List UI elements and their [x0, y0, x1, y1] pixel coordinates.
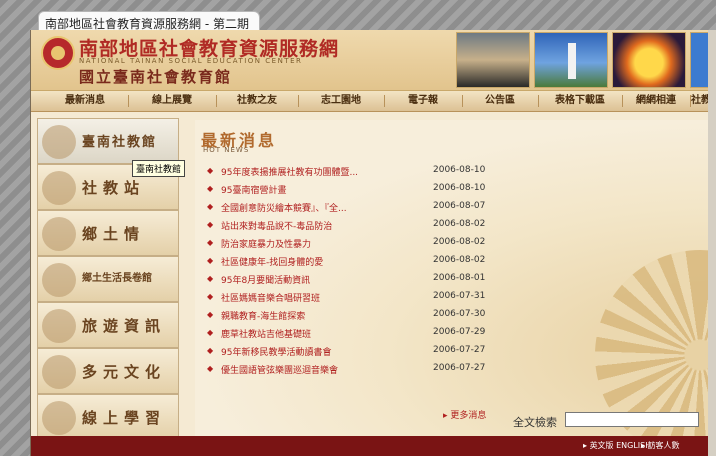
menu-item-e-newsletter[interactable]: 電子報	[385, 91, 461, 111]
banner-photo-sunset	[456, 32, 530, 88]
arrow-right-icon: ▸	[641, 441, 646, 450]
news-date: 2006-07-27	[433, 345, 486, 355]
list-item: ◆ 優生國語管弦樂團巡迴音樂會 2006-07-27	[207, 362, 527, 380]
news-date: 2006-08-07	[433, 201, 486, 211]
visitor-counter: ▸ 訪客人數	[641, 440, 680, 451]
menu-item-form-download[interactable]: 表格下載區	[539, 91, 621, 111]
news-date: 2006-08-02	[433, 255, 486, 265]
tooltip: 臺南社教館	[132, 160, 186, 177]
list-item: ◆ 95年度表揚推展社教有功團體暨... 2006-08-10	[207, 164, 527, 182]
more-news-link[interactable]: ▸ 更多消息	[443, 408, 486, 421]
news-date: 2006-07-30	[433, 309, 486, 319]
sidebar-item-label: 旅遊資訊	[82, 317, 167, 335]
news-title-link[interactable]: 95臺南宿營計畫	[221, 183, 286, 196]
menu-item-links[interactable]: 網網相連	[623, 91, 689, 111]
banner-photo-lighthouse	[534, 32, 608, 88]
quill-icon	[42, 401, 76, 435]
diamond-bullet-icon: ◆	[207, 166, 214, 175]
diamond-bullet-icon: ◆	[207, 310, 214, 319]
diamond-bullet-icon: ◆	[207, 184, 214, 193]
news-title-link[interactable]: 站出來對毒品說不-毒品防治	[221, 219, 332, 232]
footer-bar: ▸ 英文版 ENGLISH ▸ 訪客人數	[31, 436, 716, 456]
news-title-link[interactable]: 全國創意防災繪本競賽』、『全...	[221, 201, 347, 214]
diamond-bullet-icon: ◆	[207, 364, 214, 373]
list-item: ◆ 防治家庭暴力及性暴力 2006-08-02	[207, 236, 527, 254]
sidebar-item-label: 多元文化	[82, 363, 167, 381]
site-subtitle: 國立臺南社會教育館	[79, 68, 233, 86]
menu-item-latest-news[interactable]: 最新消息	[43, 91, 127, 111]
news-date: 2006-08-10	[433, 183, 486, 193]
news-title-link[interactable]: 優生國語管弦樂團巡迴音樂會	[221, 363, 338, 376]
search-label: 全文檢索	[513, 416, 557, 429]
main-menu: 最新消息 線上展覽 社教之友 志工園地 電子報 公告區 表格下載區 網網相連 社…	[31, 90, 716, 112]
sidebar-item-label: 線上學習	[82, 409, 167, 427]
building-icon	[42, 125, 76, 159]
diamond-bullet-icon: ◆	[207, 220, 214, 229]
list-item: ◆ 鹿草社教站吉他基礎班 2006-07-29	[207, 326, 527, 344]
vertical-scrollbar[interactable]	[708, 30, 716, 456]
diamond-bullet-icon: ◆	[207, 346, 214, 355]
search-input[interactable]	[565, 412, 699, 427]
menu-item-friends[interactable]: 社教之友	[217, 91, 297, 111]
news-title-link[interactable]: 社區媽媽音樂合唱研習班	[221, 291, 320, 304]
news-title-link[interactable]: 95年新移民教學活動讀書會	[221, 345, 331, 358]
list-item: ◆ 社區健康年-找回身體的愛 2006-08-02	[207, 254, 527, 272]
sidebar-item-local-life-scroll[interactable]: 鄉土生活長卷館	[37, 256, 179, 302]
list-item: ◆ 社區媽媽音樂合唱研習班 2006-07-31	[207, 290, 527, 308]
list-item: ◆ 95臺南宿營計畫 2006-08-10	[207, 182, 527, 200]
sidebar-item-online-learning[interactable]: 線上學習	[37, 394, 179, 440]
list-item: ◆ 站出來對毒品說不-毒品防治 2006-08-02	[207, 218, 527, 236]
sidebar-item-tainan-center[interactable]: 臺南社教館	[37, 118, 179, 164]
arrow-right-icon: ▸	[583, 441, 588, 450]
news-date: 2006-07-31	[433, 291, 486, 301]
news-title-link[interactable]: 防治家庭暴力及性暴力	[221, 237, 311, 250]
site-title-english: NATIONAL TAINAN SOCIAL EDUCATION CENTER	[79, 57, 303, 65]
dancer-icon	[42, 355, 76, 389]
diamond-bullet-icon: ◆	[207, 274, 214, 283]
menu-item-volunteers[interactable]: 志工園地	[299, 91, 383, 111]
arrow-right-icon: ▸	[443, 411, 448, 421]
menu-item-announcements[interactable]: 公告區	[463, 91, 537, 111]
news-date: 2006-07-27	[433, 363, 486, 373]
news-title-link[interactable]: 95年8月要聞活動資訊	[221, 273, 310, 286]
diamond-bullet-icon: ◆	[207, 256, 214, 265]
sidebar-item-label: 鄉土生活長卷館	[82, 273, 152, 284]
news-date: 2006-07-29	[433, 327, 486, 337]
list-item: ◆ 95年新移民教學活動讀書會 2006-07-27	[207, 344, 527, 362]
cart-icon	[42, 263, 76, 297]
news-date: 2006-08-10	[433, 165, 486, 175]
temple-icon	[42, 309, 76, 343]
sidebar-item-label: 臺南社教館	[82, 135, 158, 150]
news-title-link[interactable]: 鹿草社教站吉他基礎班	[221, 327, 311, 340]
news-date: 2006-08-02	[433, 219, 486, 229]
news-title-link[interactable]: 親職教育-海生館探索	[221, 309, 305, 322]
sidebar-item-label: 鄉土情	[82, 225, 146, 243]
menu-item-online-exhibition[interactable]: 線上展覽	[129, 91, 215, 111]
list-item: ◆ 全國創意防災繪本競賽』、『全... 2006-08-07	[207, 200, 527, 218]
more-news-label: 更多消息	[450, 411, 487, 421]
site-logo-icon[interactable]	[41, 36, 75, 70]
list-item: ◆ 親職教育-海生館探索 2006-07-30	[207, 308, 527, 326]
people-icon	[42, 171, 76, 205]
banner-photo-lantern	[612, 32, 686, 88]
list-item: ◆ 95年8月要聞活動資訊 2006-08-01	[207, 272, 527, 290]
diamond-bullet-icon: ◆	[207, 292, 214, 301]
sidebar-item-multicultural[interactable]: 多元文化	[37, 348, 179, 394]
diamond-bullet-icon: ◆	[207, 238, 214, 247]
visitor-counter-label: 訪客人數	[647, 441, 680, 450]
news-section-subtitle: HOT NEWS	[203, 146, 250, 154]
sidebar-item-label: 社教站	[82, 179, 146, 197]
news-date: 2006-08-01	[433, 273, 486, 283]
sidebar-item-local-culture[interactable]: 鄉土情	[37, 210, 179, 256]
figure-icon	[42, 217, 76, 251]
diamond-bullet-icon: ◆	[207, 202, 214, 211]
news-date: 2006-08-02	[433, 237, 486, 247]
news-title-link[interactable]: 社區健康年-找回身體的愛	[221, 255, 323, 268]
news-title-link[interactable]: 95年度表揚推展社教有功團體暨...	[221, 165, 358, 178]
web-page: 南部地區社會教育資源服務網 NATIONAL TAINAN SOCIAL EDU…	[30, 30, 716, 456]
diamond-bullet-icon: ◆	[207, 328, 214, 337]
site-banner: 南部地區社會教育資源服務網 NATIONAL TAINAN SOCIAL EDU…	[31, 30, 716, 90]
sidebar-item-travel-info[interactable]: 旅遊資訊	[37, 302, 179, 348]
